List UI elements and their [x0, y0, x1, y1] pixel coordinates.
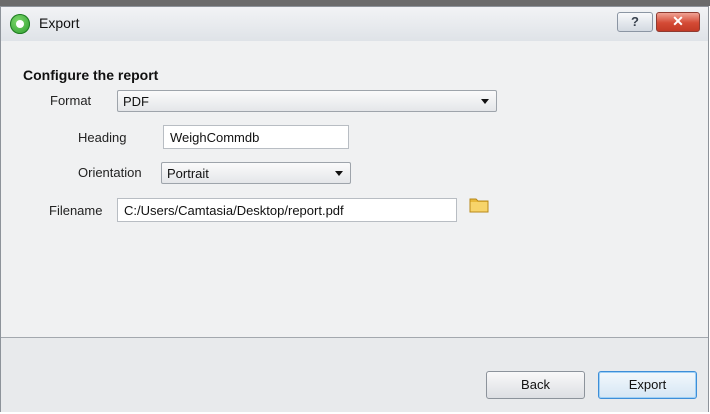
back-button[interactable]: Back — [486, 371, 585, 399]
chevron-down-icon — [481, 99, 489, 104]
window-title: Export — [39, 15, 80, 31]
orientation-label: Orientation — [78, 165, 142, 180]
orientation-dropdown[interactable]: Portrait — [161, 162, 351, 184]
filename-label: Filename — [49, 203, 103, 218]
dialog-content: Configure the report Format PDF Heading … — [1, 41, 708, 337]
folder-icon[interactable] — [469, 196, 489, 214]
filename-input[interactable]: C:/Users/Camtasia/Desktop/report.pdf — [117, 198, 457, 222]
heading-label: Heading — [78, 130, 127, 145]
format-dropdown[interactable]: PDF — [117, 90, 497, 112]
chevron-down-icon — [335, 171, 343, 176]
orientation-value: Portrait — [167, 166, 209, 181]
help-button[interactable]: ? — [617, 12, 653, 32]
export-button[interactable]: Export — [598, 371, 697, 399]
section-title: Configure the report — [23, 67, 159, 83]
heading-value: WeighCommdb — [170, 130, 260, 145]
heading-input[interactable]: WeighCommdb — [163, 125, 349, 149]
format-value: PDF — [123, 94, 149, 109]
format-label: Format — [50, 93, 92, 108]
title-bar[interactable]: Export ? ✕ — [1, 7, 708, 41]
export-dialog: Export ? ✕ Configure the report Format P… — [0, 6, 709, 412]
close-button[interactable]: ✕ — [656, 12, 700, 32]
app-eye-icon — [10, 14, 30, 34]
button-bar: Back Export — [1, 338, 708, 412]
filename-value: C:/Users/Camtasia/Desktop/report.pdf — [124, 203, 344, 218]
